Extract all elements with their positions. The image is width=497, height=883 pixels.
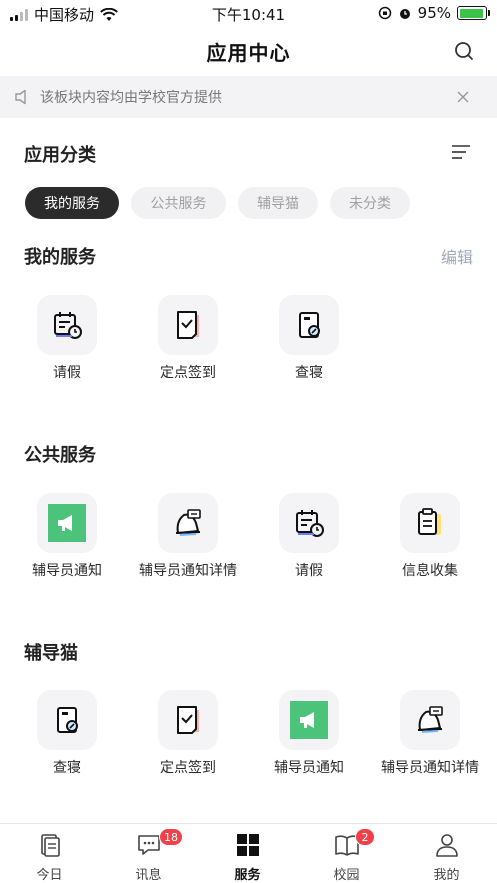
megaphone-icon <box>48 504 86 542</box>
app-label: 请假 <box>53 365 81 381</box>
app-icon-box <box>37 493 97 553</box>
app-counselor-notice[interactable]: 辅导员通知 <box>17 493 117 580</box>
tab-label: 服务 <box>234 868 261 883</box>
app-icon-box <box>37 690 97 750</box>
nav-bar: 应用中心 <box>0 26 497 76</box>
dorm-check-icon <box>57 707 78 733</box>
tab-label: 今日 <box>36 868 63 883</box>
app-label: 定点签到 <box>160 760 216 776</box>
tab-today[interactable]: 今日 <box>0 824 99 883</box>
tab-label: 校园 <box>333 868 360 883</box>
app-icon-box <box>400 690 460 750</box>
megaphone-icon <box>290 701 328 739</box>
battery-icon <box>457 6 490 20</box>
calendar-clock-icon <box>296 510 324 537</box>
alarm-icon <box>399 9 410 19</box>
checkin-icon <box>177 706 199 734</box>
status-bar: 中国移动 下午10:41 95% <box>0 0 497 26</box>
category-pill-fudaomao[interactable]: 辅导猫 <box>238 187 318 219</box>
category-pill-public-services[interactable]: 公共服务 <box>131 187 226 219</box>
unread-badge: 2 <box>355 828 375 846</box>
app-leave[interactable]: 请假 <box>17 295 117 382</box>
app-icon-box <box>158 493 218 553</box>
alarm-bell-icon <box>175 509 201 536</box>
search-icon[interactable] <box>453 40 475 62</box>
sort-icon[interactable] <box>451 143 471 161</box>
app-label: 辅导员通知详情 <box>381 760 479 776</box>
tab-services[interactable]: 服务 <box>198 824 297 883</box>
notice-text: 该板块内容均由学校官方提供 <box>40 90 222 106</box>
app-label: 查寝 <box>53 760 81 776</box>
tab-messages[interactable]: 18 讯息 <box>99 824 198 883</box>
app-dorm-check-fdm[interactable]: 查寝 <box>17 690 117 777</box>
document-icon <box>41 834 60 857</box>
info-collect-icon <box>418 508 441 535</box>
app-label: 定点签到 <box>160 365 216 381</box>
app-icon-box <box>400 493 460 553</box>
app-counselor-notice-detail[interactable]: 辅导员通知详情 <box>138 493 238 580</box>
app-icon-box <box>158 295 218 355</box>
app-icon-box <box>158 690 218 750</box>
app-counselor-notice-detail-fdm[interactable]: 辅导员通知详情 <box>380 690 480 777</box>
section-title-fudaomao: 辅导猫 <box>24 643 78 664</box>
app-icon-box <box>279 295 339 355</box>
edit-button[interactable]: 编辑 <box>441 244 473 268</box>
section-title-public-services: 公共服务 <box>24 445 96 466</box>
app-checkin-fdm[interactable]: 定点签到 <box>138 690 238 777</box>
person-icon <box>436 834 458 857</box>
section-title-my-services: 我的服务 <box>24 247 96 268</box>
dorm-check-icon <box>299 312 320 338</box>
app-icon-box <box>279 690 339 750</box>
app-label: 辅导员通知详情 <box>139 563 237 579</box>
app-dorm-check[interactable]: 查寝 <box>259 295 359 382</box>
unread-badge: 18 <box>159 828 183 846</box>
app-label: 查寝 <box>295 365 323 381</box>
app-counselor-notice-fdm[interactable]: 辅导员通知 <box>259 690 359 777</box>
checkin-icon <box>177 311 199 339</box>
category-title: 应用分类 <box>24 145 96 166</box>
app-icon-box <box>37 295 97 355</box>
tab-bar: 今日 18 讯息 服务 2 校园 我的 <box>0 823 497 883</box>
app-icon-box <box>279 493 339 553</box>
rotation-lock-icon <box>378 6 391 20</box>
speaker-icon <box>15 89 26 105</box>
app-label: 信息收集 <box>402 563 458 579</box>
page-title: 应用中心 <box>206 40 291 65</box>
app-label: 辅导员通知 <box>274 760 344 776</box>
app-checkin[interactable]: 定点签到 <box>138 295 238 382</box>
category-pill-my-services[interactable]: 我的服务 <box>25 187 119 219</box>
calendar-clock-icon <box>54 312 82 339</box>
tab-me[interactable]: 我的 <box>397 824 496 883</box>
close-icon[interactable] <box>455 89 471 105</box>
category-pill-uncategorized[interactable]: 未分类 <box>330 187 410 219</box>
battery-percent: 95% <box>417 4 451 22</box>
tab-campus[interactable]: 2 校园 <box>297 824 396 883</box>
status-right: 95% <box>378 4 490 22</box>
alarm-bell-icon <box>417 706 443 733</box>
tab-label: 讯息 <box>135 868 162 883</box>
grid-icon <box>237 834 259 856</box>
app-label: 辅导员通知 <box>32 563 102 579</box>
app-info-collect[interactable]: 信息收集 <box>380 493 480 580</box>
notice-bar: 该板块内容均由学校官方提供 <box>0 76 497 118</box>
tab-label: 我的 <box>433 868 460 883</box>
app-leave-public[interactable]: 请假 <box>259 493 359 580</box>
app-label: 请假 <box>295 563 323 579</box>
